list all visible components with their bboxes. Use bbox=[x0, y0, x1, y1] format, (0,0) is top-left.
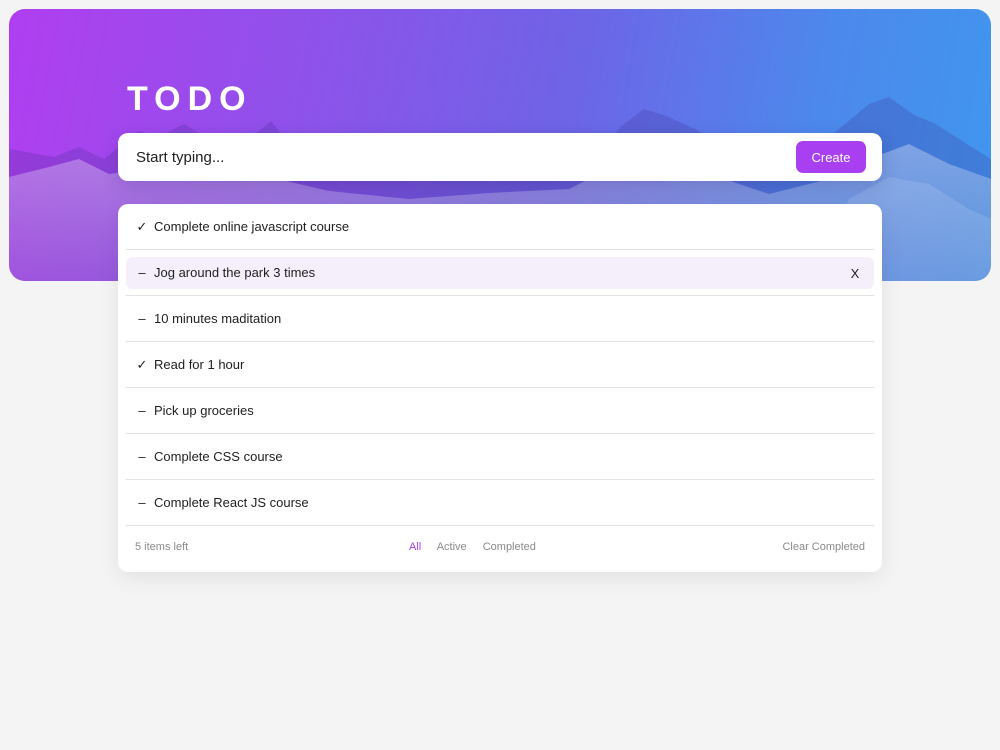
filter-all[interactable]: All bbox=[409, 541, 421, 553]
filter-group: All Active Completed bbox=[409, 541, 549, 553]
todo-text: Pick up groceries bbox=[154, 403, 254, 418]
close-icon[interactable]: X bbox=[846, 264, 864, 282]
checkmark-icon[interactable]: ✓ bbox=[135, 357, 149, 373]
todo-item[interactable]: – 10 minutes maditation bbox=[126, 296, 874, 342]
todo-footer: 5 items left All Active Completed Clear … bbox=[118, 526, 882, 572]
dash-icon[interactable]: – bbox=[135, 265, 149, 280]
todo-text: Complete CSS course bbox=[154, 449, 283, 464]
todo-list: ✓ Complete online javascript course – Jo… bbox=[118, 204, 882, 526]
page-title: TODO bbox=[127, 80, 253, 118]
clear-completed-button[interactable]: Clear Completed bbox=[782, 541, 865, 553]
dash-icon[interactable]: – bbox=[135, 495, 149, 510]
dash-icon[interactable]: – bbox=[135, 403, 149, 418]
checkmark-icon[interactable]: ✓ bbox=[135, 219, 149, 235]
todo-item[interactable]: – Jog around the park 3 times X bbox=[126, 250, 874, 296]
todo-text: Read for 1 hour bbox=[154, 357, 245, 372]
items-left-count: 5 items left bbox=[135, 541, 189, 553]
create-button[interactable]: Create bbox=[796, 141, 866, 173]
todo-panel: ✓ Complete online javascript course – Jo… bbox=[118, 204, 882, 572]
todo-item[interactable]: – Pick up groceries bbox=[126, 388, 874, 434]
todo-item[interactable]: – Complete React JS course bbox=[126, 480, 874, 526]
dash-icon[interactable]: – bbox=[135, 449, 149, 464]
todo-item[interactable]: – Complete CSS course bbox=[126, 434, 874, 480]
filter-completed[interactable]: Completed bbox=[483, 541, 536, 553]
dash-icon[interactable]: – bbox=[135, 311, 149, 326]
todo-text: Complete React JS course bbox=[154, 495, 309, 510]
todo-text: 10 minutes maditation bbox=[154, 311, 282, 326]
todo-text: Jog around the park 3 times bbox=[154, 265, 316, 280]
todo-item[interactable]: ✓ Complete online javascript course bbox=[126, 204, 874, 250]
create-todo-bar: Create bbox=[118, 133, 882, 181]
todo-text: Complete online javascript course bbox=[154, 219, 350, 234]
todo-item[interactable]: ✓ Read for 1 hour bbox=[126, 342, 874, 388]
new-todo-input[interactable] bbox=[134, 141, 796, 173]
filter-active[interactable]: Active bbox=[437, 541, 467, 553]
